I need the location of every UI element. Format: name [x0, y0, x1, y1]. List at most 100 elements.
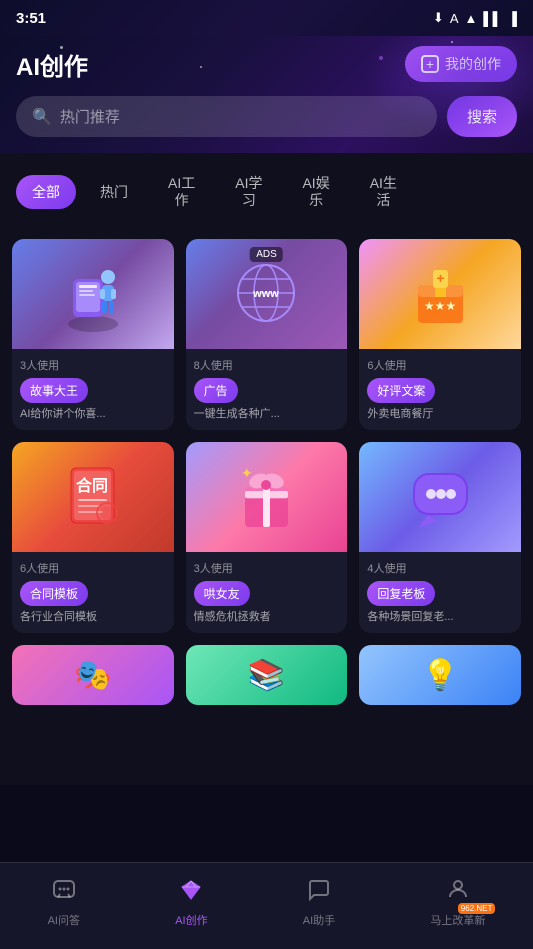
tab-all[interactable]: 全部 — [16, 175, 76, 209]
svg-text:★★★: ★★★ — [424, 299, 456, 313]
nav-item-assistant[interactable]: AI助手 — [287, 874, 351, 932]
star-decoration — [451, 41, 453, 43]
search-icon: 🔍 — [32, 107, 52, 127]
svg-text:+: + — [436, 270, 444, 286]
nav-label-qa: AI问答 — [48, 912, 80, 928]
usage-count-review: 6人使用 — [367, 357, 513, 373]
page-title: AI创作 — [16, 47, 88, 82]
nav-label-profile: 马上改革新 — [430, 915, 485, 927]
search-button[interactable]: 搜索 — [447, 96, 517, 137]
nav-item-qa[interactable]: AI问答 — [32, 874, 96, 932]
svg-text:✦: ✦ — [241, 465, 253, 481]
my-creation-label: 我的创作 — [445, 54, 501, 74]
tab-hot[interactable]: 热门 — [84, 175, 144, 209]
card-image-review: + ★★★ — [359, 239, 521, 349]
search-row: 🔍 热门推荐 搜索 — [16, 96, 517, 137]
story-illustration — [12, 239, 174, 349]
contract-illustration: 合同 — [12, 442, 174, 552]
status-icons: ⬇ A ▲ ▌▌ ▐ — [433, 10, 517, 26]
card-grid: 3人使用 故事大王 AI给你讲个你喜... ADS — [12, 239, 521, 634]
girlfriend-illustration: ✦ — [186, 442, 348, 552]
nav-label-create: AI创作 — [175, 912, 207, 928]
card-tag-ads[interactable]: 广告 — [194, 378, 238, 403]
card-desc-ads: 一键生成各种广... — [194, 407, 340, 422]
card-body-story: 3人使用 故事大王 AI给你讲个你喜... — [12, 349, 174, 430]
search-placeholder: 热门推荐 — [60, 106, 120, 127]
star-decoration — [379, 56, 383, 60]
tool-card-girlfriend[interactable]: ✦ 3人使用 哄女友 情感危机拯救者 — [186, 442, 348, 633]
tab-entertainment[interactable]: AI娱 乐 — [286, 167, 345, 217]
main-content: 3人使用 故事大王 AI给你讲个你喜... ADS — [0, 231, 533, 786]
status-time: 3:51 — [16, 10, 46, 27]
partial-row: 🎭 📚 💡 — [12, 645, 521, 705]
partial-card-inner-2: 📚 — [186, 645, 348, 705]
nav-label-assistant: AI助手 — [303, 912, 335, 928]
card-tag-story[interactable]: 故事大王 — [20, 378, 88, 403]
boss-illustration — [359, 442, 521, 552]
card-body-contract: 6人使用 合同模板 各行业合同模板 — [12, 552, 174, 633]
star-decoration — [60, 46, 63, 49]
card-body-boss: 4人使用 回复老板 各种场景回复老... — [359, 552, 521, 633]
wifi-icon: ▲ — [464, 11, 477, 26]
usage-count-girlfriend: 3人使用 — [194, 560, 340, 576]
category-tabs: 全部 热门 AI工 作 AI学 习 AI娱 乐 AI生 活 — [0, 153, 533, 231]
partial-icon-1: 🎭 — [74, 658, 111, 693]
card-body-ads: 8人使用 广告 一键生成各种广... — [186, 349, 348, 430]
search-container[interactable]: 🔍 热门推荐 — [16, 96, 437, 137]
profile-badge: 962.NET — [458, 903, 496, 914]
ads-badge: ADS — [250, 247, 283, 262]
card-image-contract: 合同 — [12, 442, 174, 552]
partial-card-3[interactable]: 💡 — [359, 645, 521, 705]
card-tag-review[interactable]: 好评文案 — [367, 378, 435, 403]
tool-card-story[interactable]: 3人使用 故事大王 AI给你讲个你喜... — [12, 239, 174, 430]
card-image-boss — [359, 442, 521, 552]
usage-count-story: 3人使用 — [20, 357, 166, 373]
status-bar: 3:51 ⬇ A ▲ ▌▌ ▐ — [0, 0, 533, 36]
tab-work[interactable]: AI工 作 — [152, 167, 211, 217]
nav-item-profile[interactable]: 马上改革新 962.NET — [414, 873, 501, 933]
card-image-story — [12, 239, 174, 349]
signal-icon: ▌▌ — [483, 11, 501, 26]
my-creation-button[interactable]: + 我的创作 — [405, 46, 517, 82]
plus-icon: + — [421, 55, 439, 73]
usage-count-ads: 8人使用 — [194, 357, 340, 373]
partial-card-inner-1: 🎭 — [12, 645, 174, 705]
card-image-ads: ADS www — [186, 239, 348, 349]
partial-card-inner-3: 💡 — [359, 645, 521, 705]
svg-text:www: www — [253, 288, 280, 300]
card-desc-story: AI给你讲个你喜... — [20, 407, 166, 422]
nav-item-create[interactable]: AI创作 — [159, 874, 223, 932]
card-tag-boss[interactable]: 回复老板 — [367, 581, 435, 606]
bottom-nav: AI问答 AI创作 AI助手 马上改革新 962.NET — [0, 862, 533, 949]
sim-icon: A — [450, 11, 459, 26]
card-tag-girlfriend[interactable]: 哄女友 — [194, 581, 250, 606]
partial-icon-2: 📚 — [248, 658, 285, 693]
star-decoration — [200, 66, 202, 68]
card-body-girlfriend: 3人使用 哄女友 情感危机拯救者 — [186, 552, 348, 633]
partial-card-1[interactable]: 🎭 — [12, 645, 174, 705]
partial-icon-3: 💡 — [421, 658, 458, 693]
header-section: AI创作 + 我的创作 🔍 热门推荐 搜索 — [0, 36, 533, 153]
card-image-girlfriend: ✦ — [186, 442, 348, 552]
svg-text:合同: 合同 — [76, 476, 108, 495]
battery-icon: ▐ — [508, 11, 517, 26]
card-desc-boss: 各种场景回复老... — [367, 610, 513, 625]
card-tag-contract[interactable]: 合同模板 — [20, 581, 88, 606]
review-illustration: + ★★★ — [359, 239, 521, 349]
tool-card-contract[interactable]: 合同 6人使用 合同模板 各行业合同模板 — [12, 442, 174, 633]
tab-life[interactable]: AI生 活 — [354, 167, 413, 217]
usage-count-boss: 4人使用 — [367, 560, 513, 576]
card-desc-girlfriend: 情感危机拯救者 — [194, 610, 340, 625]
partial-card-2[interactable]: 📚 — [186, 645, 348, 705]
card-desc-contract: 各行业合同模板 — [20, 610, 166, 625]
tool-card-ads[interactable]: ADS www 8人使用 广告 一键生 — [186, 239, 348, 430]
card-desc-review: 外卖电商餐厅 — [367, 407, 513, 422]
tool-card-boss[interactable]: 4人使用 回复老板 各种场景回复老... — [359, 442, 521, 633]
header-row: AI创作 + 我的创作 — [16, 46, 517, 82]
usage-count-contract: 6人使用 — [20, 560, 166, 576]
download-icon: ⬇ — [433, 10, 444, 26]
diamond-icon — [179, 878, 203, 908]
card-body-review: 6人使用 好评文案 外卖电商餐厅 — [359, 349, 521, 430]
tab-study[interactable]: AI学 习 — [219, 167, 278, 217]
tool-card-review[interactable]: + ★★★ 6人使用 好评文案 外卖电商餐厅 — [359, 239, 521, 430]
